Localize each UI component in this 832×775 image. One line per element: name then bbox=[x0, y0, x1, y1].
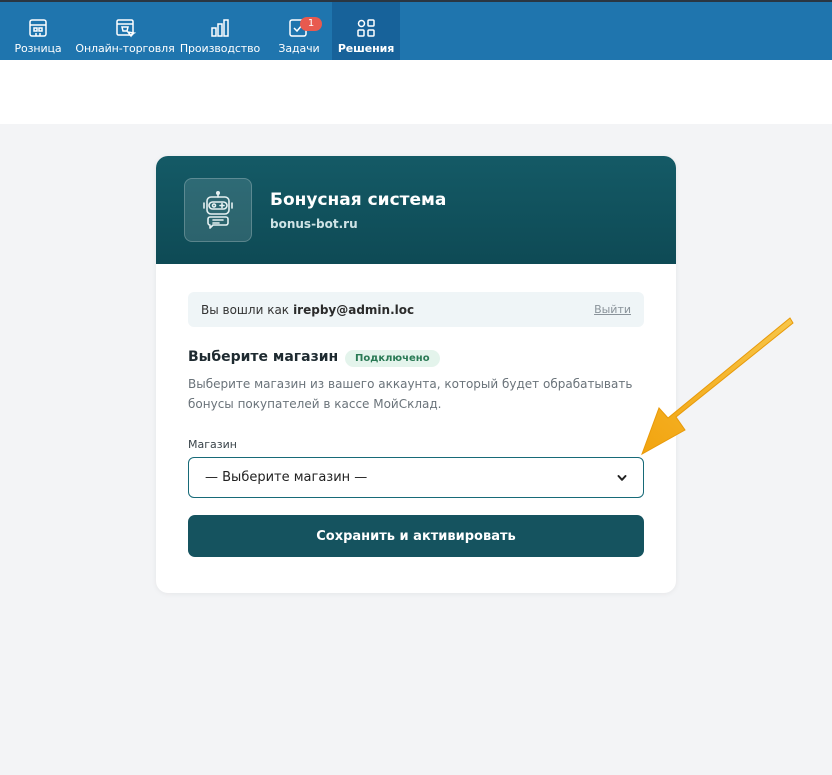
nav-label: Решения bbox=[337, 42, 395, 55]
login-info: Вы вошли как irepby@admin.loc Выйти bbox=[188, 292, 644, 327]
logout-link[interactable]: Выйти bbox=[594, 303, 631, 316]
save-activate-button[interactable]: Сохранить и активировать bbox=[188, 515, 644, 557]
section-title: Выберите магазин bbox=[188, 349, 339, 365]
nav-label: Производство bbox=[179, 42, 261, 55]
annotation-arrow bbox=[641, 317, 794, 456]
nav-item-tasks[interactable]: 1 Задачи bbox=[266, 2, 332, 60]
tasks-badge: 1 bbox=[300, 17, 322, 31]
chevron-down-icon bbox=[617, 474, 627, 481]
nav-item-retail[interactable]: Розница bbox=[0, 2, 76, 60]
online-shop-icon bbox=[116, 19, 136, 38]
production-icon bbox=[211, 19, 229, 37]
nav-label: Задачи bbox=[278, 42, 320, 55]
nav-item-online-trade[interactable]: Онлайн-торговля bbox=[75, 2, 175, 60]
app-domain: bonus-bot.ru bbox=[270, 217, 358, 231]
login-email: irepby@admin.loc bbox=[293, 302, 415, 317]
card-header: Бонусная система bonus-bot.ru bbox=[156, 156, 676, 264]
app-logo bbox=[184, 178, 252, 242]
login-prefix: Вы вошли как bbox=[201, 302, 290, 317]
section-description: Выберите магазин из вашего аккаунта, кот… bbox=[188, 377, 633, 411]
subheader-area bbox=[0, 60, 832, 124]
store-select-value: — Выберите магазин — bbox=[205, 470, 368, 485]
store-field-label: Магазин bbox=[188, 438, 237, 451]
robot-icon bbox=[203, 190, 233, 229]
nav-label: Онлайн-торговля bbox=[75, 42, 175, 55]
top-navigation-bar: Розница Онлайн-торговля Производство 1 З… bbox=[0, 0, 832, 60]
store-icon bbox=[29, 19, 47, 37]
app-title: Бонусная система bbox=[270, 190, 447, 210]
bonus-system-card: Бонусная система bonus-bot.ru Вы вошли к… bbox=[156, 156, 676, 593]
nav-item-production[interactable]: Производство bbox=[174, 2, 266, 60]
status-badge: Подключено bbox=[345, 350, 440, 367]
store-select[interactable]: — Выберите магазин — bbox=[188, 457, 644, 498]
solutions-icon bbox=[357, 19, 375, 37]
nav-label: Розница bbox=[14, 42, 62, 55]
nav-item-solutions[interactable]: Решения bbox=[332, 2, 400, 60]
